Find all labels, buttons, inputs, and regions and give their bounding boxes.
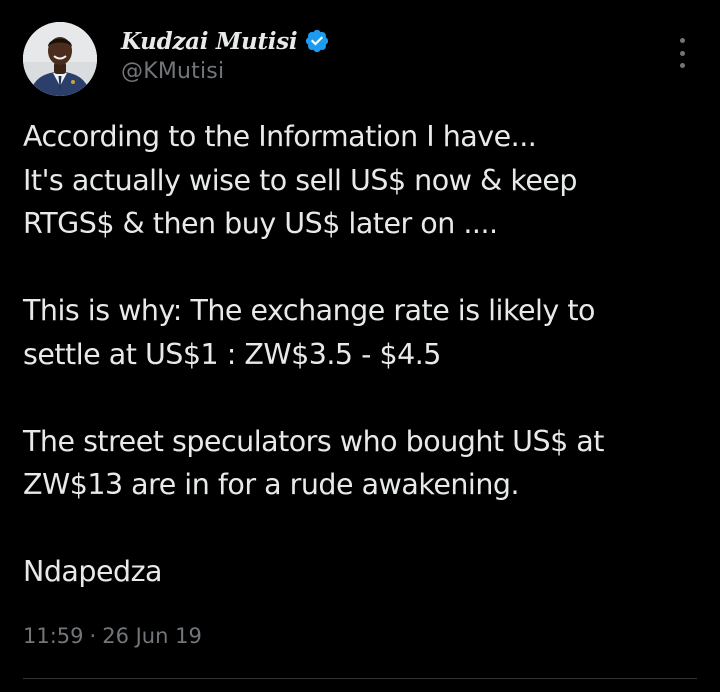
avatar-image bbox=[23, 22, 97, 96]
tweet-line: settle at US$1 : ZW$3.5 - $4.5 bbox=[23, 337, 441, 371]
more-dot bbox=[679, 38, 685, 43]
tweet-line: According to the Information I have... bbox=[23, 120, 537, 153]
tweet-line: Ndapedza bbox=[23, 555, 163, 588]
divider bbox=[23, 678, 697, 679]
tweet-text: According to the Information I have... I… bbox=[23, 115, 703, 594]
meta-separator: · bbox=[89, 624, 97, 648]
verified-badge-icon bbox=[304, 28, 330, 54]
more-options-icon[interactable] bbox=[671, 38, 693, 68]
tweet-line: It's actually wise to sell US$ now & kee… bbox=[23, 163, 577, 197]
avatar[interactable] bbox=[23, 22, 97, 96]
author-name-row: Kudzai Mutisi bbox=[121, 24, 330, 58]
author-display-name[interactable]: Kudzai Mutisi bbox=[121, 28, 298, 55]
tweet-line: The street speculators who bought US$ at bbox=[23, 424, 604, 458]
more-dot bbox=[679, 50, 685, 56]
tweet: Kudzai Mutisi @KMutisi According to the … bbox=[0, 0, 720, 692]
more-dot bbox=[679, 63, 685, 68]
tweet-line: ZW$13 are in for a rude awakening. bbox=[23, 468, 520, 501]
tweet-line: This is why: The exchange rate is likely… bbox=[23, 294, 595, 327]
tweet-timestamp[interactable]: 11:59 · 26 Jun 19 bbox=[23, 624, 202, 648]
author-handle[interactable]: @KMutisi bbox=[121, 59, 224, 84]
tweet-time: 11:59 bbox=[23, 624, 84, 648]
tweet-line: RTGS$ & then buy US$ later on .... bbox=[23, 207, 498, 240]
tweet-date: 26 Jun 19 bbox=[102, 624, 202, 648]
